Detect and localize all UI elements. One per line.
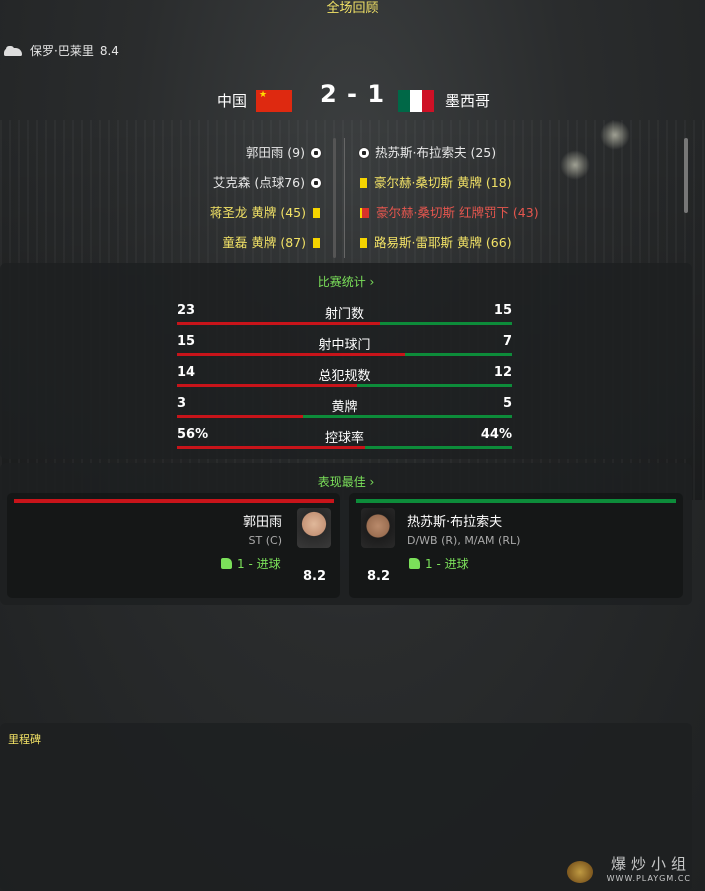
mexico-flag-icon [398, 90, 434, 112]
match-stats-panel: 比赛统计 › 23 射门数 15 15 射中球门 7 14 总犯规数 12 3 黄牌 5 56% 控球率 4… [0, 263, 692, 459]
stat-bar [177, 353, 512, 356]
player-goals: 1 - 进球 [409, 555, 469, 572]
boot-icon [4, 45, 24, 56]
watermark-text: 爆炒小组 [610, 855, 691, 873]
event-text: 热苏斯·布拉索夫 (25) [375, 145, 497, 160]
event-row[interactable]: 艾克森 (点球76) [77, 168, 327, 198]
stat-label: 射中球门 [318, 338, 371, 353]
stat-away-value: 7 [502, 334, 512, 349]
stat-bar [177, 384, 512, 387]
thumbs-up-icon [221, 558, 232, 569]
stat-bar [177, 322, 512, 325]
match-score: 2 - 1 [319, 80, 386, 108]
event-text: 童磊 黄牌 (87) [222, 235, 306, 250]
player-name: 热苏斯·布拉索夫 [407, 515, 503, 530]
ball-icon [310, 177, 322, 189]
player-position: ST (C) [248, 534, 282, 547]
stat-label: 黄牌 [331, 400, 358, 415]
goals-text: 1 - 进球 [425, 557, 469, 571]
stat-bar [177, 446, 512, 449]
event-text: 艾克森 (点球76) [212, 175, 305, 190]
stat-bar-home [177, 353, 405, 356]
stat-label: 射门数 [324, 307, 364, 322]
thumbs-up-icon [409, 558, 420, 569]
stat-label: 总犯规数 [318, 369, 371, 384]
stat-away-value: 12 [493, 365, 512, 380]
stat-bar-home [177, 446, 365, 449]
potm-rating: 8.4 [99, 43, 119, 58]
player-photo [361, 508, 395, 548]
player-rating: 8.2 [303, 569, 327, 584]
stat-away-value: 5 [502, 396, 512, 411]
page-title: 全场回顾 [326, 1, 379, 16]
stat-row: 23 射门数 15 [177, 303, 512, 333]
home-events: 郭田雨 (9) 艾克森 (点球76) 蒋圣龙 黄牌 (45) 童磊 黄牌 (87… [77, 138, 327, 258]
stat-bar-home [177, 322, 380, 325]
event-text: 郭田雨 (9) [245, 145, 305, 160]
ball-icon [310, 147, 322, 159]
event-row[interactable]: 郭田雨 (9) [77, 138, 327, 168]
scoreline: 中国 ★ 2 - 1 墨西哥 [0, 80, 705, 120]
away-team-name[interactable]: 墨西哥 [445, 90, 490, 111]
stat-bar-home [177, 415, 303, 418]
potm-name: 保罗·巴莱里 [30, 44, 94, 58]
stat-away-value: 15 [493, 303, 512, 318]
player-rating: 8.2 [367, 569, 391, 584]
player-of-match[interactable]: 保罗·巴莱里 8.4 [4, 42, 119, 59]
player-photo [297, 508, 331, 548]
watermark-url: WWW.PLAYGM.CC [606, 874, 691, 883]
watermark: 爆炒小组 WWW.PLAYGM.CC [607, 853, 691, 883]
stat-bar-home [177, 384, 358, 387]
player-goals: 1 - 进球 [221, 555, 281, 572]
player-name: 郭田雨 [242, 515, 282, 530]
events-divider [344, 138, 345, 258]
away-events-scrollbar[interactable] [684, 138, 688, 213]
stat-away-value: 44% [480, 427, 512, 442]
yellow-card-icon [360, 178, 367, 188]
stat-row: 56% 控球率 44% [177, 427, 512, 457]
best-player-card-away[interactable]: 热苏斯·布拉索夫 D/WB (R), M/AM (RL) 1 - 进球 8.2 [349, 493, 683, 598]
home-color-bar [14, 499, 334, 503]
stat-bar [177, 415, 512, 418]
stat-label: 控球率 [324, 431, 364, 446]
yellow-card-icon [313, 208, 320, 218]
event-text: 豪尔赫·桑切斯 黄牌 (18) [374, 175, 512, 190]
event-row[interactable]: 路易斯·雷耶斯 黄牌 (66) [353, 228, 653, 258]
watermark-logo-icon [567, 861, 593, 883]
event-text: 豪尔赫·桑切斯 红牌罚下 (43) [376, 205, 539, 220]
event-row[interactable]: 蒋圣龙 黄牌 (45) [77, 198, 327, 228]
event-row[interactable]: 豪尔赫·桑切斯 黄牌 (18) [353, 168, 653, 198]
milestones-title: 里程碑 [8, 733, 41, 746]
stat-row: 15 射中球门 7 [177, 334, 512, 364]
red-card-icon [360, 208, 369, 218]
ball-icon [358, 147, 370, 159]
event-text: 蒋圣龙 黄牌 (45) [209, 205, 306, 220]
stat-row: 3 黄牌 5 [177, 396, 512, 426]
best-players-panel: 表现最佳 › 郭田雨 ST (C) 1 - 进球 8.2 热苏斯·布拉索夫 D/… [0, 463, 692, 605]
yellow-card-icon [360, 238, 367, 248]
goals-text: 1 - 进球 [237, 557, 281, 571]
best-players-link[interactable]: 表现最佳 › [0, 473, 692, 490]
away-color-bar [356, 499, 676, 503]
home-events-scrollbar[interactable] [333, 138, 336, 258]
player-position: D/WB (R), M/AM (RL) [407, 534, 521, 547]
match-events: 郭田雨 (9) 艾克森 (点球76) 蒋圣龙 黄牌 (45) 童磊 黄牌 (87… [0, 138, 705, 258]
best-player-card-home[interactable]: 郭田雨 ST (C) 1 - 进球 8.2 [7, 493, 340, 598]
yellow-card-icon [313, 238, 320, 248]
match-stats-link[interactable]: 比赛统计 › [0, 273, 692, 290]
event-row[interactable]: 童磊 黄牌 (87) [77, 228, 327, 258]
event-text: 路易斯·雷耶斯 黄牌 (66) [374, 235, 512, 250]
away-events: 热苏斯·布拉索夫 (25) 豪尔赫·桑切斯 黄牌 (18) 豪尔赫·桑切斯 红牌… [353, 138, 653, 258]
event-row[interactable]: 豪尔赫·桑切斯 红牌罚下 (43) [353, 198, 653, 228]
stat-row: 14 总犯规数 12 [177, 365, 512, 395]
event-row[interactable]: 热苏斯·布拉索夫 (25) [353, 138, 653, 168]
